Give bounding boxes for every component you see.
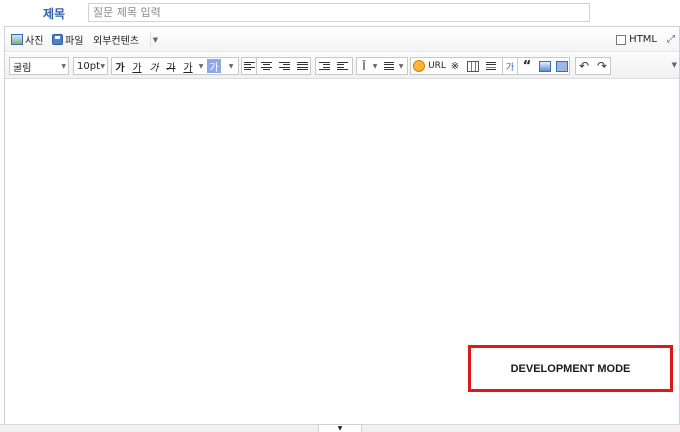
toolbar-more-icon[interactable]: ▼: [672, 61, 677, 69]
url-button[interactable]: URL: [428, 57, 446, 75]
development-mode-badge: DEVELOPMENT MODE: [468, 345, 673, 392]
chevron-down-icon: ▼: [337, 425, 343, 432]
save-draft-icon: [556, 60, 568, 72]
bg-color-dropdown[interactable]: ▼: [227, 57, 235, 75]
photo-icon: [11, 34, 23, 45]
bold-button[interactable]: 가: [112, 57, 128, 75]
quote-button[interactable]: “: [519, 57, 535, 75]
html-mode-toggle[interactable]: HTML: [616, 34, 657, 45]
fullscreen-icon[interactable]: ⤢: [665, 33, 677, 45]
strikethrough-button[interactable]: 가: [163, 57, 179, 75]
title-label: 제목: [43, 7, 66, 21]
chevron-down-icon: ▼: [61, 63, 66, 70]
chevron-down-icon: ▼: [100, 63, 105, 70]
line-height-button[interactable]: Ī: [356, 57, 372, 75]
outdent-button[interactable]: [334, 57, 350, 75]
horizontal-rule-icon: [486, 61, 496, 71]
align-center-icon: [260, 61, 272, 71]
save-draft-button[interactable]: [554, 57, 570, 75]
align-justify-icon: [296, 61, 308, 71]
file-label: 파일: [65, 36, 84, 47]
redo-icon: ↷: [596, 59, 608, 73]
list-button[interactable]: [381, 57, 397, 75]
indent-button[interactable]: [316, 57, 332, 75]
font-color-button[interactable]: 가: [180, 57, 196, 75]
indent-icon: [318, 61, 330, 71]
undo-button[interactable]: ↶: [576, 57, 592, 75]
line-height-dropdown[interactable]: ▼: [371, 57, 379, 75]
align-center-button[interactable]: [258, 57, 274, 75]
external-content-button[interactable]: 외부컨텐츠: [93, 32, 139, 47]
undo-icon: ↶: [578, 59, 590, 73]
align-right-icon: [278, 61, 290, 71]
font-color-dropdown[interactable]: ▼: [197, 57, 205, 75]
title-row: 제목: [0, 0, 680, 26]
background-button[interactable]: [537, 57, 553, 75]
attach-toolbar: 사진 파일 외부컨텐츠 ▼ HTML ⤢: [5, 27, 679, 52]
redo-button[interactable]: ↷: [594, 57, 610, 75]
resize-handle[interactable]: ▼: [318, 424, 362, 432]
align-left-button[interactable]: [241, 57, 257, 75]
align-left-icon: [243, 61, 255, 71]
text-box-button[interactable]: 가: [502, 57, 518, 75]
font-family-select[interactable]: 굴림 ▼: [9, 57, 69, 75]
italic-button[interactable]: 가: [146, 57, 162, 75]
photo-button[interactable]: 사진: [11, 32, 43, 47]
format-toolbar: 굴림 ▼ 10pt ▼ 가 가 가 가 가 ▼ 가 ▼ Ī ▼ ▼ URL ※ …: [5, 53, 679, 79]
emoticon-button[interactable]: [411, 57, 427, 75]
file-button[interactable]: 파일: [52, 32, 83, 47]
background-icon: [539, 60, 551, 72]
emoticon-icon: [413, 60, 425, 72]
html-label: HTML: [629, 34, 657, 45]
underline-button[interactable]: 가: [129, 57, 145, 75]
list-icon: [384, 61, 394, 71]
table-button[interactable]: [465, 57, 481, 75]
text-box-icon: 가: [505, 62, 515, 73]
bg-color-button[interactable]: 가: [207, 59, 221, 74]
title-input[interactable]: [88, 3, 590, 22]
horizontal-rule-button[interactable]: [483, 57, 499, 75]
line-height-icon: Ī: [362, 59, 366, 73]
external-content-label: 외부컨텐츠: [93, 36, 139, 47]
special-char-button[interactable]: ※: [447, 57, 463, 75]
align-justify-button[interactable]: [294, 57, 310, 75]
html-checkbox[interactable]: [616, 34, 627, 45]
outdent-icon: [336, 61, 348, 71]
table-icon: [467, 60, 479, 72]
font-size-value: 10pt: [77, 60, 100, 72]
font-size-select[interactable]: 10pt ▼: [73, 57, 108, 75]
align-right-button[interactable]: [276, 57, 292, 75]
attach-more-dropdown[interactable]: ▼: [150, 32, 160, 47]
file-icon: [52, 34, 63, 45]
font-family-value: 굴림: [13, 62, 32, 74]
list-dropdown[interactable]: ▼: [397, 57, 405, 75]
photo-label: 사진: [25, 36, 44, 47]
